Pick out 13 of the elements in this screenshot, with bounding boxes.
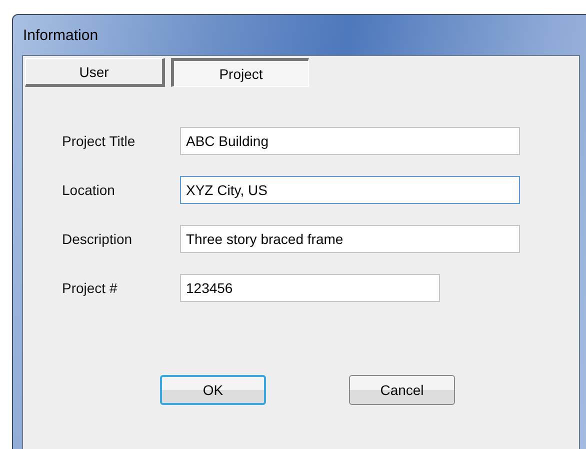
field-label: Project Title: [62, 133, 136, 149]
dialog-button[interactable]: Cancel: [349, 375, 455, 405]
field-label: Project #: [62, 280, 118, 296]
field-label: Location: [62, 182, 116, 198]
input-field[interactable]: XYZ City, US: [180, 176, 520, 204]
tab[interactable]: Project: [171, 58, 309, 87]
tab[interactable]: User: [25, 58, 165, 87]
field-label: Description: [62, 231, 134, 247]
input-field[interactable]: 123456: [180, 274, 440, 302]
input-field[interactable]: ABC Building: [180, 127, 520, 155]
window-title: Information: [23, 26, 98, 44]
input-field[interactable]: Three story braced frame: [180, 225, 520, 253]
dialog-button[interactable]: OK: [160, 375, 266, 405]
